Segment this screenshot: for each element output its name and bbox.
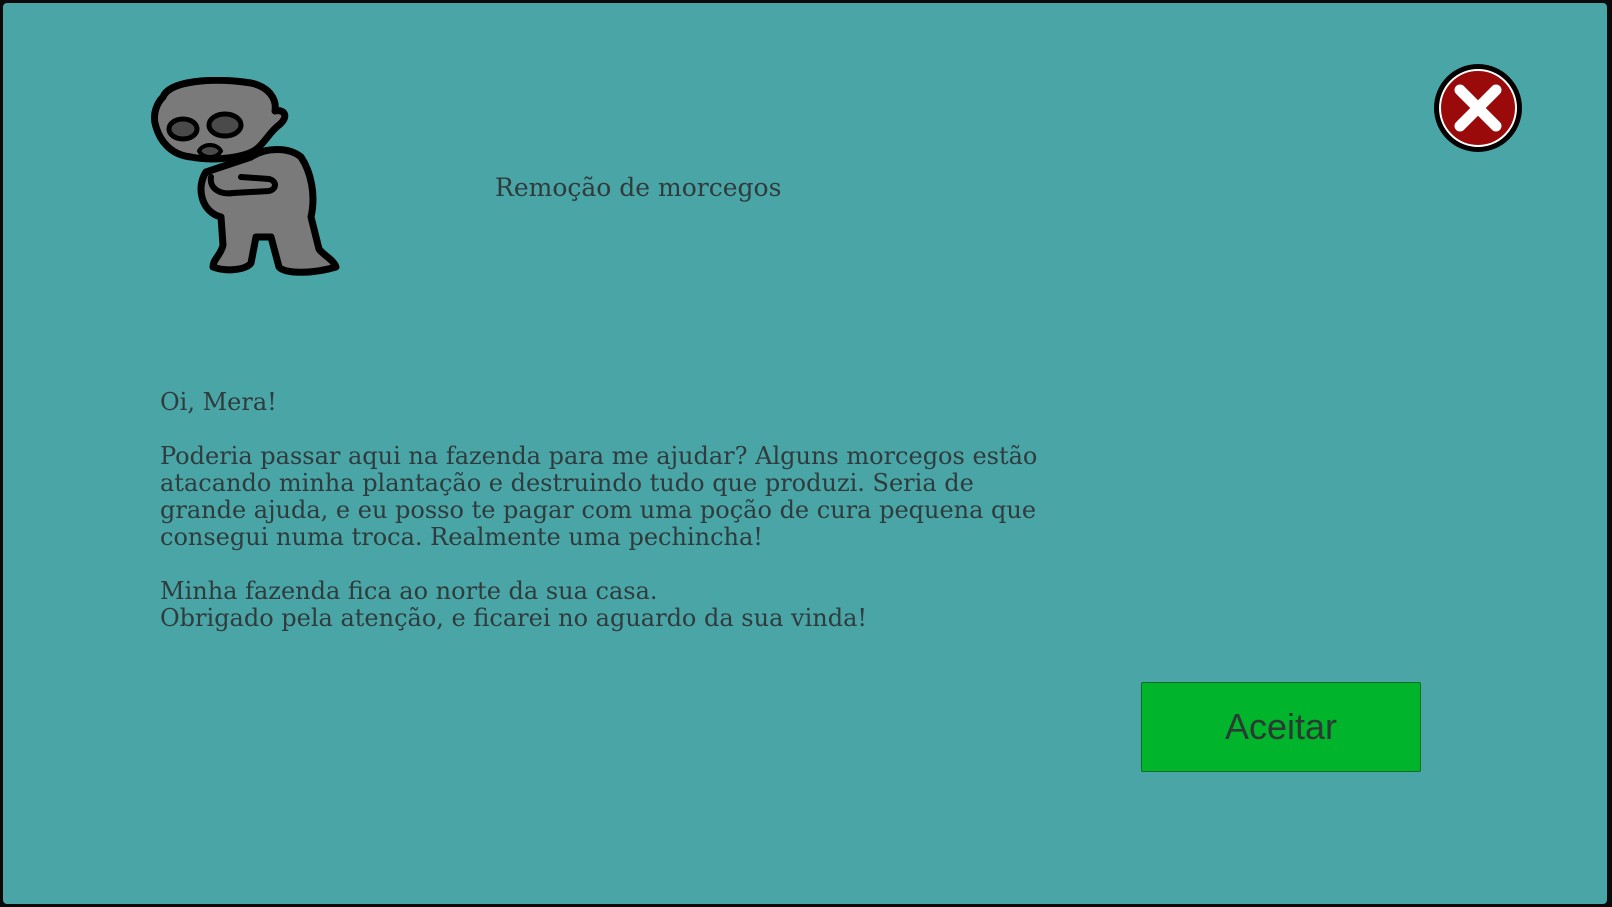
quest-dialog: Remoção de morcegos Oi, Mera! Poderia pa… [3, 3, 1607, 904]
quest-paragraph-request: Poderia passar aqui na fazenda para me a… [160, 442, 1038, 551]
quest-greeting: Oi, Mera! [160, 388, 277, 416]
quest-description: Oi, Mera! Poderia passar aqui na fazenda… [160, 389, 1120, 659]
accept-button[interactable]: Aceitar [1141, 682, 1421, 772]
npc-portrait-icon [151, 77, 340, 276]
close-button[interactable] [1430, 60, 1526, 156]
quest-title: Remoção de morcegos [495, 173, 782, 202]
quest-paragraph-location: Minha fazenda fica ao norte da sua casa.… [160, 577, 868, 632]
close-icon [1434, 64, 1522, 152]
